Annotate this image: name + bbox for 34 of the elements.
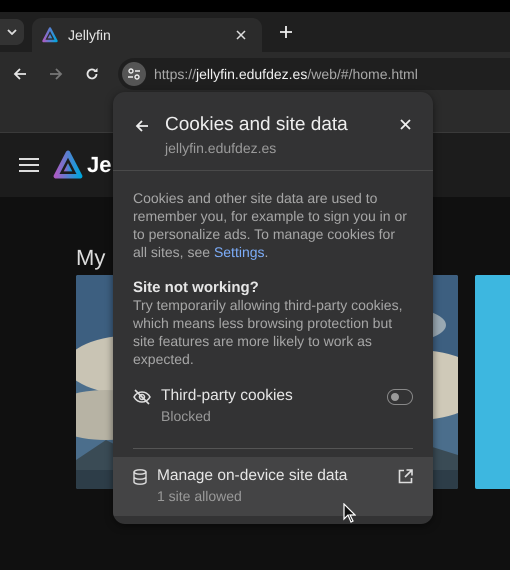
manage-site-data-item[interactable]: Manage on-device site data 1 site allowed (113, 457, 433, 516)
tab-title: Jellyfin (68, 27, 112, 43)
chevron-down-icon (7, 29, 17, 35)
plus-icon[interactable] (280, 26, 292, 38)
dialog-title: Cookies and site data (165, 114, 349, 136)
menu-icon[interactable] (19, 158, 39, 172)
arrow-right-icon (49, 67, 63, 81)
browser-tab[interactable]: Jellyfin (32, 18, 262, 52)
site-settings-button[interactable] (122, 62, 146, 86)
triangle-logo-icon (42, 27, 58, 43)
help-title: Site not working? (133, 279, 260, 296)
cookies-status: Blocked (161, 408, 212, 424)
external-link-icon[interactable] (398, 469, 413, 484)
address-bar[interactable]: https://jellyfin.edufdez.es/web/#/home.html (118, 58, 510, 90)
url-text: https://jellyfin.edufdez.es/web/#/home.html (154, 66, 418, 82)
reload-icon (85, 67, 99, 81)
mouse-cursor-icon (343, 503, 356, 523)
sliders-icon (127, 67, 141, 81)
third-party-cookies-label: Third-party cookies (161, 387, 294, 405)
help-text: Try temporarily allowing third-party cookies, which means less browsing protection but site features are more likely to work as expected. (133, 296, 404, 368)
triangle-logo-icon (53, 150, 83, 180)
dialog-subtitle: jellyfin.edufdez.es (165, 140, 278, 156)
arrow-left-icon (13, 67, 27, 81)
database-icon (133, 469, 147, 485)
section-title: My (76, 245, 106, 272)
eye-slash-icon (133, 389, 151, 405)
settings-link[interactable]: Settings (214, 244, 265, 260)
close-icon[interactable] (400, 119, 411, 130)
toggle-switch[interactable] (387, 389, 413, 405)
description-text: Cookies and other site data are used to remember you, for example to sign you in or to personalize ads. To manage cookies for all sites, see Settings. (133, 189, 408, 261)
logo-text: Je (87, 152, 112, 178)
close-icon[interactable] (236, 30, 246, 40)
tab-list-button[interactable] (0, 19, 24, 45)
back-icon[interactable] (135, 119, 149, 133)
